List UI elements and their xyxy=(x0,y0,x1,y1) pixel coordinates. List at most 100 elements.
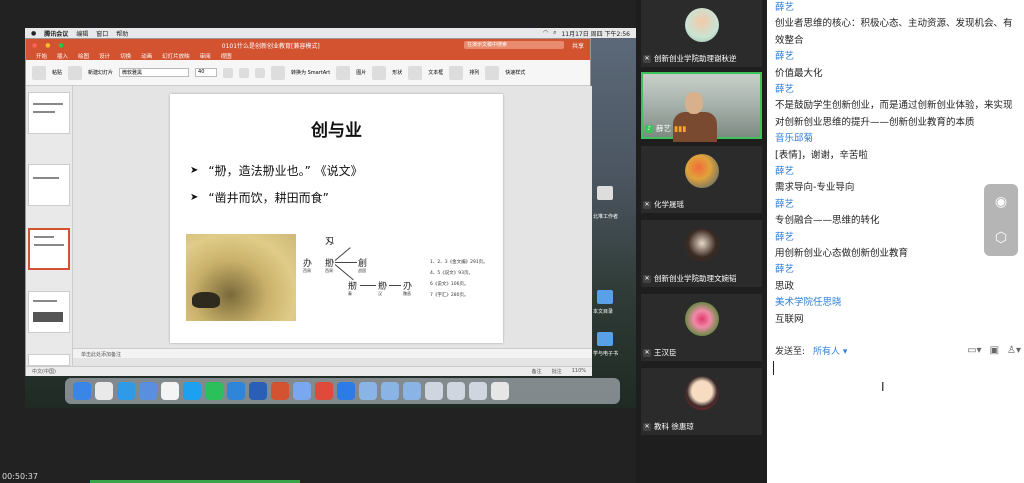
shield-icon[interactable]: ⬡ xyxy=(995,230,1007,246)
picture-button[interactable] xyxy=(336,65,351,80)
tab-review[interactable]: 审阅 xyxy=(200,52,211,60)
slide-thumbnail[interactable] xyxy=(28,164,70,206)
bottom-strip xyxy=(767,474,1024,483)
apple-icon[interactable]: ● xyxy=(31,30,36,37)
italic-button[interactable] xyxy=(239,67,250,78)
slide-thumbnail[interactable] xyxy=(28,354,70,366)
textbox-label: 文本框 xyxy=(428,70,444,76)
slide-thumbnail-current[interactable] xyxy=(28,228,70,270)
new-slide-button[interactable] xyxy=(68,65,83,80)
menubar-clock[interactable]: 11月17日 周四 下午2:56 xyxy=(561,29,630,38)
slide-title: 创与业 xyxy=(311,121,362,141)
chat-sender: 薛艺 xyxy=(775,2,795,13)
chat-message: [表情]，谢谢，辛苦啦 xyxy=(775,149,868,161)
comments-toggle[interactable]: 批注 xyxy=(552,368,562,375)
arrange-button[interactable] xyxy=(449,65,464,80)
menubar-app[interactable]: 腾讯会议 xyxy=(44,29,68,38)
window-thumbnail-icon[interactable] xyxy=(447,382,465,400)
slide-thumbnail[interactable] xyxy=(28,291,70,333)
baidu-netdisk-icon[interactable] xyxy=(293,382,311,400)
signal-strength-icon: ▮▮▮ xyxy=(674,124,687,133)
notes-toggle[interactable]: 备注 xyxy=(532,368,542,375)
qq-icon[interactable] xyxy=(183,382,201,400)
participant-tile[interactable]: ✕ 教科 徐惠琼 xyxy=(641,368,762,435)
textbox-button[interactable] xyxy=(408,65,423,80)
tab-transitions[interactable]: 切换 xyxy=(120,52,131,60)
desktop-folder-label: 本文目录 xyxy=(593,309,614,315)
participant-tile[interactable]: ✕ 化学晟瑶 xyxy=(641,146,762,213)
participant-tile[interactable]: ✕ 创新创业学院助理谢秋逆 xyxy=(641,0,762,67)
search-icon[interactable]: ⌕ xyxy=(553,29,556,38)
powerpoint-icon[interactable] xyxy=(271,382,289,400)
wechat-icon[interactable] xyxy=(205,382,223,400)
ppt-search-input[interactable]: 在演示文稿中搜索 xyxy=(463,41,564,49)
finder-icon[interactable] xyxy=(73,382,91,400)
diagram-connector xyxy=(360,285,376,286)
zoom-level[interactable]: 110% xyxy=(572,368,586,375)
minimize-window-icon[interactable]: ● xyxy=(45,42,50,49)
mic-muted-icon: ✕ xyxy=(643,422,651,431)
maps-icon[interactable] xyxy=(139,382,157,400)
bold-button[interactable] xyxy=(223,67,234,78)
save-chat-icon[interactable]: ▣ xyxy=(990,345,999,356)
chat-sender: 薛艺 xyxy=(775,264,795,276)
launchpad-icon[interactable] xyxy=(95,382,113,400)
document-icon[interactable] xyxy=(403,382,421,400)
tab-insert[interactable]: 插入 xyxy=(57,52,68,60)
word-icon[interactable] xyxy=(249,382,267,400)
trash-icon[interactable] xyxy=(491,382,509,400)
font-name-select[interactable]: 微软雅黑 xyxy=(119,68,190,77)
current-slide[interactable]: 创与业 ➤ “刱，造法刱业也。” 《说文》 ➤ “凿井而饮，耕田而食” 刄 办 … xyxy=(170,94,503,343)
document-icon[interactable] xyxy=(381,382,399,400)
folder-icon[interactable] xyxy=(597,290,613,304)
menubar-item-help[interactable]: 帮助 xyxy=(116,29,128,38)
slide-thumbnails xyxy=(26,86,73,366)
chat-message-list[interactable]: 薛艺 创业者思维的核心：积极心态、主动资源、发现机会、有效整合 薛艺 价值最大化… xyxy=(775,0,1021,328)
camera-snapshot-icon[interactable]: ◉ xyxy=(995,194,1007,210)
tencent-meeting-icon[interactable] xyxy=(337,382,355,400)
close-window-icon[interactable]: ● xyxy=(32,42,37,49)
user-settings-icon[interactable]: ♙▾ xyxy=(1007,345,1021,356)
convert-smartart-label: 转换为 SmartArt xyxy=(291,70,331,76)
chat-input-caret[interactable] xyxy=(773,361,774,375)
convert-smartart-button[interactable] xyxy=(271,65,286,80)
shared-screen: ● 腾讯会议 编辑 窗口 帮助 ◠ ⌕ 11月17日 周四 下午2:56 ● ●… xyxy=(0,0,636,483)
ppt-document-title: 0101什么是创新创业教育[兼容模式] xyxy=(221,42,320,50)
quick-styles-button[interactable] xyxy=(485,65,500,80)
maximize-window-icon[interactable]: ● xyxy=(59,42,64,49)
document-icon[interactable] xyxy=(359,382,377,400)
wifi-icon[interactable]: ◠ xyxy=(543,29,548,38)
tab-slideshow[interactable]: 幻灯片放映 xyxy=(162,52,190,60)
security-app-icon[interactable] xyxy=(315,382,333,400)
share-button[interactable]: 共享 xyxy=(572,41,584,50)
tab-view[interactable]: 视图 xyxy=(221,52,232,60)
font-size-select[interactable]: 40 xyxy=(195,68,218,77)
tab-design[interactable]: 设计 xyxy=(99,52,110,60)
menubar-item-window[interactable]: 窗口 xyxy=(96,29,108,38)
send-to-select[interactable]: 所有人 ▾ xyxy=(813,344,847,357)
diagram-connector xyxy=(335,262,357,263)
tab-home[interactable]: 开始 xyxy=(36,52,47,60)
slide-thumbnail[interactable] xyxy=(28,92,70,134)
tab-animations[interactable]: 动画 xyxy=(141,52,152,60)
window-thumbnail-icon[interactable] xyxy=(469,382,487,400)
participant-tile-active-speaker[interactable]: ♪ 薛艺 ▮▮▮ xyxy=(641,72,762,142)
participant-tile[interactable]: ✕ 创新创业学院助理文婉韬 xyxy=(641,220,762,287)
tencent-docs-icon[interactable] xyxy=(227,382,245,400)
safari-icon[interactable] xyxy=(117,382,135,400)
diagram-connector xyxy=(389,285,401,286)
slide-bullet: ➤ “刱，造法刱业也。” 《说文》 xyxy=(190,162,363,179)
paste-button[interactable] xyxy=(32,65,46,80)
window-thumbnail-icon[interactable] xyxy=(425,382,443,400)
folder-send-icon[interactable]: ▭▾ xyxy=(967,345,981,356)
participant-name: 薛艺 xyxy=(656,124,671,133)
menubar-item-edit[interactable]: 编辑 xyxy=(76,29,88,38)
notes-input[interactable]: 单击此处添加备注 xyxy=(73,348,592,358)
tab-draw[interactable]: 绘图 xyxy=(78,52,89,60)
shape-button[interactable] xyxy=(372,65,387,80)
calendar-icon[interactable] xyxy=(161,382,179,400)
desktop-file-icon[interactable] xyxy=(597,186,613,200)
participant-tile[interactable]: ✕ 王汉臣 xyxy=(641,294,762,361)
underline-button[interactable] xyxy=(255,67,266,78)
folder-icon[interactable] xyxy=(597,332,613,346)
